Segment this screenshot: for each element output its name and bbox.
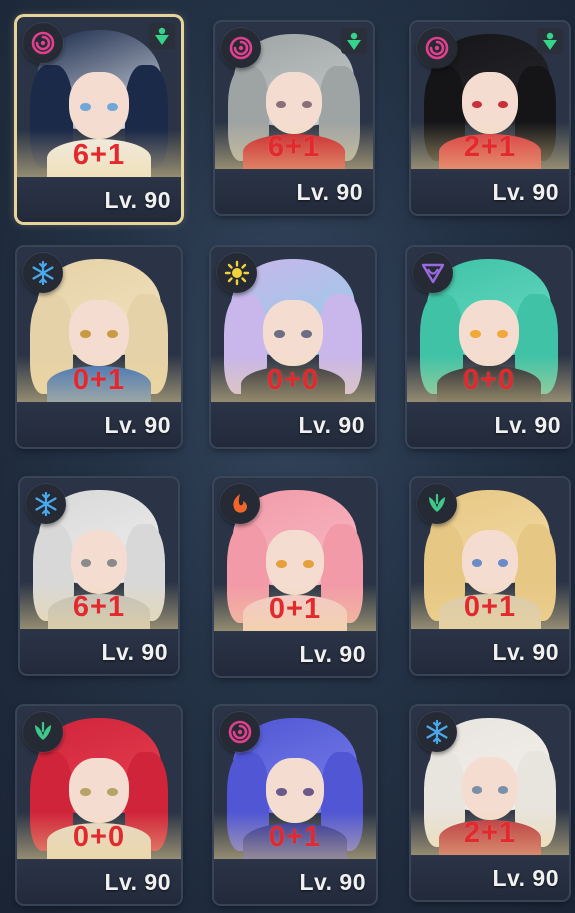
wind-icon xyxy=(417,484,457,524)
level-label: Lv. 90 xyxy=(299,869,366,895)
level-label: Lv. 90 xyxy=(492,639,559,665)
level-label: Lv. 90 xyxy=(492,179,559,205)
level-label: Lv. 90 xyxy=(104,869,171,895)
level-bar: Lv. 90 xyxy=(20,629,178,674)
level-label: Lv. 90 xyxy=(492,865,559,891)
character-card[interactable]: 0+0 Lv. 90 xyxy=(211,247,375,447)
dupe-count-label: 0+0 xyxy=(462,364,516,396)
character-card[interactable]: 6+1 Lv. 90 xyxy=(17,17,181,222)
dupe-count-label: 0+1 xyxy=(268,821,322,853)
character-card[interactable]: 6+1 Lv. 90 xyxy=(20,478,178,674)
support-icon xyxy=(149,23,175,49)
ice-icon xyxy=(26,484,66,524)
wind-icon xyxy=(23,712,63,752)
character-card[interactable]: 0+0 Lv. 90 xyxy=(17,706,181,904)
level-bar: Lv. 90 xyxy=(214,631,376,676)
level-bar: Lv. 90 xyxy=(411,855,569,900)
character-card[interactable]: 0+1 Lv. 90 xyxy=(17,247,181,447)
character-card[interactable]: 0+0 Lv. 90 xyxy=(407,247,571,447)
psychic-icon xyxy=(220,712,260,752)
dupe-count-label: 0+0 xyxy=(72,821,126,853)
level-bar: Lv. 90 xyxy=(17,859,181,904)
dupe-count-label: 6+1 xyxy=(72,139,126,171)
physical-icon xyxy=(217,253,257,293)
level-label: Lv. 90 xyxy=(298,412,365,438)
level-label: Lv. 90 xyxy=(101,639,168,665)
dupe-count-label: 0+1 xyxy=(268,593,322,625)
character-card[interactable]: 6+1 Lv. 90 xyxy=(215,22,373,214)
character-card[interactable]: 2+1 Lv. 90 xyxy=(411,22,569,214)
dupe-count-label: 6+1 xyxy=(72,591,126,623)
ether-icon xyxy=(413,253,453,293)
psychic-icon xyxy=(23,23,63,63)
dupe-count-label: 0+1 xyxy=(463,591,517,623)
fire-icon xyxy=(220,484,260,524)
level-bar: Lv. 90 xyxy=(215,169,373,214)
level-label: Lv. 90 xyxy=(104,187,171,213)
level-bar: Lv. 90 xyxy=(411,169,569,214)
level-bar: Lv. 90 xyxy=(17,402,181,447)
level-bar: Lv. 90 xyxy=(214,859,376,904)
psychic-icon xyxy=(417,28,457,68)
character-card[interactable]: 0+1 Lv. 90 xyxy=(214,478,376,676)
ice-icon xyxy=(417,712,457,752)
level-bar: Lv. 90 xyxy=(411,629,569,674)
psychic-icon xyxy=(221,28,261,68)
ice-icon xyxy=(23,253,63,293)
level-label: Lv. 90 xyxy=(299,641,366,667)
level-bar: Lv. 90 xyxy=(17,177,181,222)
dupe-count-label: 0+1 xyxy=(72,364,126,396)
level-label: Lv. 90 xyxy=(104,412,171,438)
level-bar: Lv. 90 xyxy=(407,402,571,447)
dupe-count-label: 6+1 xyxy=(267,131,321,163)
dupe-count-label: 0+0 xyxy=(266,364,320,396)
level-label: Lv. 90 xyxy=(296,179,363,205)
level-label: Lv. 90 xyxy=(494,412,561,438)
support-icon xyxy=(341,28,367,54)
level-bar: Lv. 90 xyxy=(211,402,375,447)
support-icon xyxy=(537,28,563,54)
character-card[interactable]: 2+1 Lv. 90 xyxy=(411,706,569,900)
character-card[interactable]: 0+1 Lv. 90 xyxy=(214,706,376,904)
dupe-count-label: 2+1 xyxy=(463,817,517,849)
dupe-count-label: 2+1 xyxy=(463,131,517,163)
character-card[interactable]: 0+1 Lv. 90 xyxy=(411,478,569,674)
